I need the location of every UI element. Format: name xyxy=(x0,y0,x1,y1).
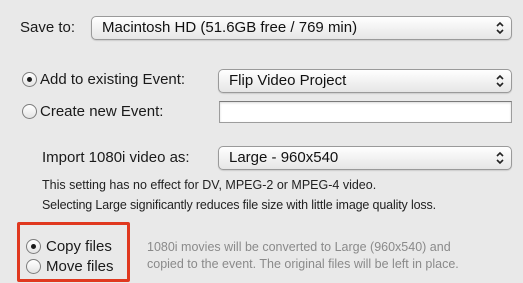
new-event-name-field[interactable] xyxy=(219,101,512,123)
import-1080i-value: Large - 960x540 xyxy=(229,149,339,166)
import-1080i-popup[interactable]: Large - 960x540 xyxy=(218,146,512,170)
existing-event-value: Flip Video Project xyxy=(229,72,347,89)
up-down-chevron-icon xyxy=(494,73,506,89)
up-down-chevron-icon xyxy=(494,150,506,166)
create-new-event-radio[interactable] xyxy=(22,104,37,119)
radio-selected-dot xyxy=(27,77,32,82)
import-note-line-2: Selecting Large significantly reduces fi… xyxy=(42,198,436,212)
add-to-existing-event-radio[interactable] xyxy=(22,72,37,87)
import-1080i-label: Import 1080i video as: xyxy=(42,149,190,166)
save-to-value: Macintosh HD (51.6GB free / 769 min) xyxy=(102,19,358,36)
save-to-label: Save to: xyxy=(20,19,76,36)
copy-move-highlight-box xyxy=(17,222,130,282)
file-handling-description-line-1: 1080i movies will be converted to Large … xyxy=(147,240,451,254)
import-options-panel: Save to: Macintosh HD (51.6GB free / 769… xyxy=(0,0,523,283)
existing-event-popup[interactable]: Flip Video Project xyxy=(218,69,512,93)
create-new-event-label[interactable]: Create new Event: xyxy=(40,102,163,122)
file-handling-description-line-2: copied to the event. The original files … xyxy=(147,257,459,271)
save-to-popup[interactable]: Macintosh HD (51.6GB free / 769 min) xyxy=(91,16,512,40)
add-to-existing-event-label[interactable]: Add to existing Event: xyxy=(40,70,185,90)
import-note-line-1: This setting has no effect for DV, MPEG-… xyxy=(42,178,377,192)
up-down-chevron-icon xyxy=(494,20,506,36)
